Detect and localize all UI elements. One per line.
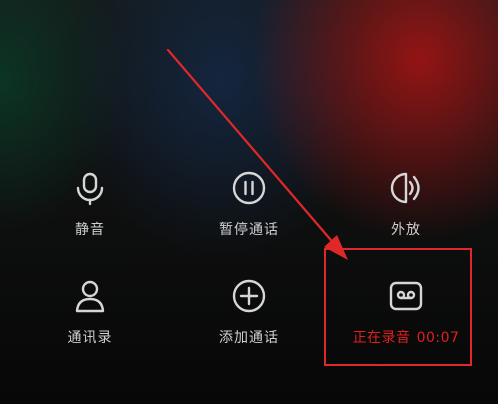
person-icon xyxy=(70,276,110,316)
speaker-icon xyxy=(386,168,426,208)
speaker-button[interactable]: 外放 xyxy=(331,168,481,258)
speaker-label: 外放 xyxy=(391,222,421,238)
contacts-button[interactable]: 通讯录 xyxy=(15,276,165,366)
add-call-label: 添加通话 xyxy=(219,330,279,346)
mute-label: 静音 xyxy=(75,222,105,238)
in-call-screen: 静音 暂停通话 外放 通讯录 添加通话 正在录音 00:07 xyxy=(0,0,498,404)
contacts-label: 通讯录 xyxy=(67,330,113,346)
microphone-icon xyxy=(70,168,110,208)
hold-call-label: 暂停通话 xyxy=(219,222,279,238)
add-call-button[interactable]: 添加通话 xyxy=(174,276,324,366)
pause-icon xyxy=(229,168,269,208)
annotation-highlight-box xyxy=(324,248,472,366)
hold-call-button[interactable]: 暂停通话 xyxy=(174,168,324,258)
mute-button[interactable]: 静音 xyxy=(15,168,165,258)
plus-icon xyxy=(229,276,269,316)
